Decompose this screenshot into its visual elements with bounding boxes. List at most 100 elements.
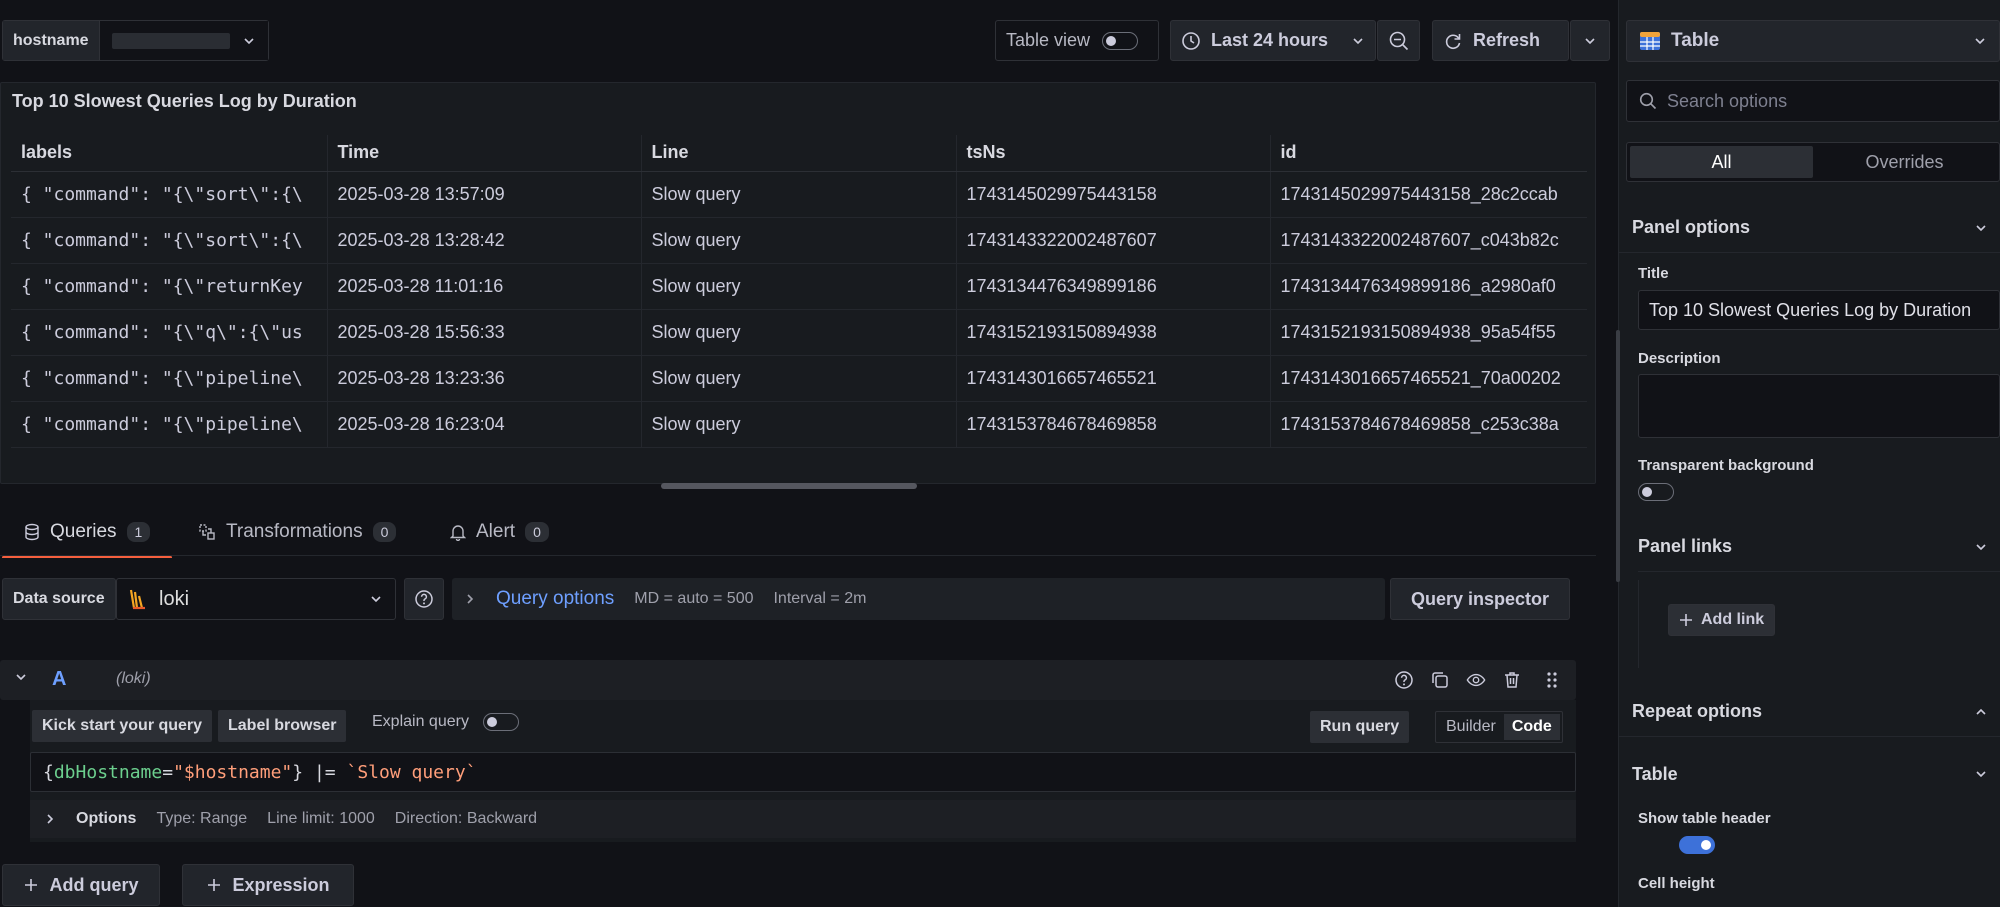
cell-time: 2025-03-28 11:01:16 <box>327 263 642 310</box>
refresh-button[interactable]: Refresh <box>1432 20 1569 61</box>
title-field-label: Title <box>1638 265 1669 282</box>
table-row[interactable]: { "command": "{\"pipeline\ 2025-03-28 13… <box>11 355 1587 402</box>
query-code-editor[interactable]: {dbHostname = "$hostname"} |= `Slow query` <box>30 752 1576 792</box>
table-row[interactable]: { "command": "{\"returnKey 2025-03-28 11… <box>11 263 1587 310</box>
visualization-picker[interactable]: Table <box>1626 20 2000 62</box>
panel-options-section[interactable]: Panel options <box>1618 203 2000 253</box>
table-row[interactable]: { "command": "{\"q\":{\"us 2025-03-28 15… <box>11 309 1587 356</box>
add-link-button[interactable]: Add link <box>1668 604 1776 636</box>
label-browser-button[interactable]: Label browser <box>218 710 347 742</box>
all-options-tab[interactable]: All <box>1630 146 1813 178</box>
add-query-label: Add query <box>49 874 139 895</box>
help-icon[interactable] <box>1394 670 1414 690</box>
repeat-options-section[interactable]: Repeat options <box>1618 687 2000 737</box>
zoom-out-button[interactable] <box>1377 20 1420 61</box>
column-header-tsns[interactable]: tsNs <box>956 135 1271 172</box>
panel-title-input[interactable] <box>1638 290 2000 330</box>
column-header-time[interactable]: Time <box>327 135 642 172</box>
cell-labels: { "command": "{\"pipeline\ <box>11 401 328 448</box>
cell-labels: { "command": "{\"sort\":{\ <box>11 217 328 264</box>
query-row-header[interactable]: A (loki) <box>0 660 1576 700</box>
explain-query-switch[interactable] <box>482 713 519 731</box>
panel-links-label: Panel links <box>1638 536 1733 556</box>
cell-line: Slow query <box>641 401 957 448</box>
table-row[interactable]: { "command": "{\"sort\":{\ 2025-03-28 13… <box>11 217 1587 264</box>
hostname-variable-label: hostname <box>3 21 100 60</box>
eye-icon[interactable] <box>1466 670 1486 690</box>
cell-tsns: 1743145029975443158 <box>956 171 1271 218</box>
expression-button[interactable]: Expression <box>182 864 354 906</box>
search-options-input[interactable]: Search options <box>1626 80 2000 122</box>
chevron-down-icon <box>369 592 383 606</box>
table-section-label: Table <box>1632 763 1678 784</box>
code-label-value: "$hostname" <box>173 761 293 783</box>
cell-time: 2025-03-28 13:28:42 <box>327 217 642 264</box>
cell-time: 2025-03-28 16:23:04 <box>327 401 642 448</box>
tab-alert-label: Alert <box>476 521 516 542</box>
query-options-bar[interactable]: Query options MD = auto = 500 Interval =… <box>452 578 1385 620</box>
table-options-section[interactable]: Table <box>1618 749 2000 799</box>
cell-labels: { "command": "{\"pipeline\ <box>11 355 328 402</box>
table-row[interactable]: { "command": "{\"pipeline\ 2025-03-28 16… <box>11 401 1587 448</box>
refresh-interval-dropdown[interactable] <box>1570 20 1610 61</box>
builder-code-switch[interactable]: Builder Code <box>1435 711 1563 743</box>
overrides-tab[interactable]: Overrides <box>1813 146 1996 178</box>
cell-id: 1743153784678469858_c253c38a <box>1270 401 1587 448</box>
panel-title: Top 10 Slowest Queries Log by Duration <box>12 91 357 111</box>
table-header-row: labels Time Line tsNs id <box>11 135 1587 172</box>
column-header-id[interactable]: id <box>1270 135 1587 172</box>
refresh-label: Refresh <box>1473 30 1541 50</box>
data-source-picker[interactable]: loki <box>116 578 396 620</box>
table-view-toggle[interactable]: Table view <box>995 20 1159 61</box>
chevron-down-icon[interactable] <box>14 670 28 684</box>
add-query-button[interactable]: Add query <box>2 864 160 906</box>
query-inspector-button[interactable]: Query inspector <box>1390 578 1570 620</box>
database-icon <box>24 523 40 541</box>
query-options-summary[interactable]: Options Type: Range Line limit: 1000 Dir… <box>30 800 1576 838</box>
chevron-down-icon <box>1974 540 1988 554</box>
show-header-switch[interactable] <box>1679 836 1716 854</box>
tab-alert[interactable]: Alert 0 <box>450 508 549 556</box>
help-icon <box>414 589 434 609</box>
chevron-down-icon <box>1974 221 1988 235</box>
table-icon <box>1639 31 1661 51</box>
plus-icon <box>206 877 222 893</box>
table-view-switch[interactable] <box>1102 31 1139 50</box>
panel-links-section[interactable]: Panel links <box>1638 522 2000 572</box>
table-row[interactable]: { "command": "{\"sort\":{\ 2025-03-28 13… <box>11 171 1587 218</box>
cell-tsns: 1743143322002487607 <box>956 217 1271 264</box>
time-range-picker[interactable]: Last 24 hours <box>1170 20 1376 61</box>
duplicate-icon[interactable] <box>1430 670 1450 690</box>
tab-queries[interactable]: Queries 1 <box>1 508 173 559</box>
column-header-line[interactable]: Line <box>641 135 957 172</box>
tab-transformations-label: Transformations <box>226 521 363 542</box>
code-open-brace: { <box>43 761 54 783</box>
chevron-down-icon <box>1583 34 1597 48</box>
run-query-button[interactable]: Run query <box>1310 711 1410 743</box>
chevron-down-icon <box>1974 767 1988 781</box>
cell-time: 2025-03-28 13:23:36 <box>327 355 642 402</box>
tab-transformations[interactable]: Transformations 0 <box>198 508 397 556</box>
data-source-help-button[interactable] <box>404 578 444 620</box>
hostname-variable-select[interactable] <box>99 21 268 60</box>
code-label-key: dbHostname <box>53 761 163 783</box>
hostname-variable[interactable]: hostname <box>2 20 269 61</box>
search-icon <box>1639 92 1657 110</box>
query-ref-id[interactable]: A <box>52 668 66 691</box>
pane-splitter[interactable] <box>1616 330 1620 582</box>
code-mode-option[interactable]: Code <box>1503 714 1560 740</box>
column-header-labels[interactable]: labels <box>11 135 328 172</box>
transparent-bg-switch[interactable] <box>1638 483 1674 501</box>
cell-time: 2025-03-28 13:57:09 <box>327 171 642 218</box>
trash-icon[interactable] <box>1502 670 1522 690</box>
options-filter-switch[interactable]: All Overrides <box>1626 142 2000 182</box>
time-range-label: Last 24 hours <box>1211 30 1329 50</box>
tab-queries-label: Queries <box>50 521 117 542</box>
explain-query-toggle[interactable]: Explain query <box>372 713 519 731</box>
cell-line: Slow query <box>641 217 957 264</box>
panel-description-input[interactable] <box>1638 374 2000 438</box>
drag-handle-icon[interactable] <box>1542 670 1562 690</box>
horizontal-scrollbar[interactable] <box>661 483 917 489</box>
builder-mode-option[interactable]: Builder <box>1438 714 1504 740</box>
kick-start-button[interactable]: Kick start your query <box>32 710 213 742</box>
